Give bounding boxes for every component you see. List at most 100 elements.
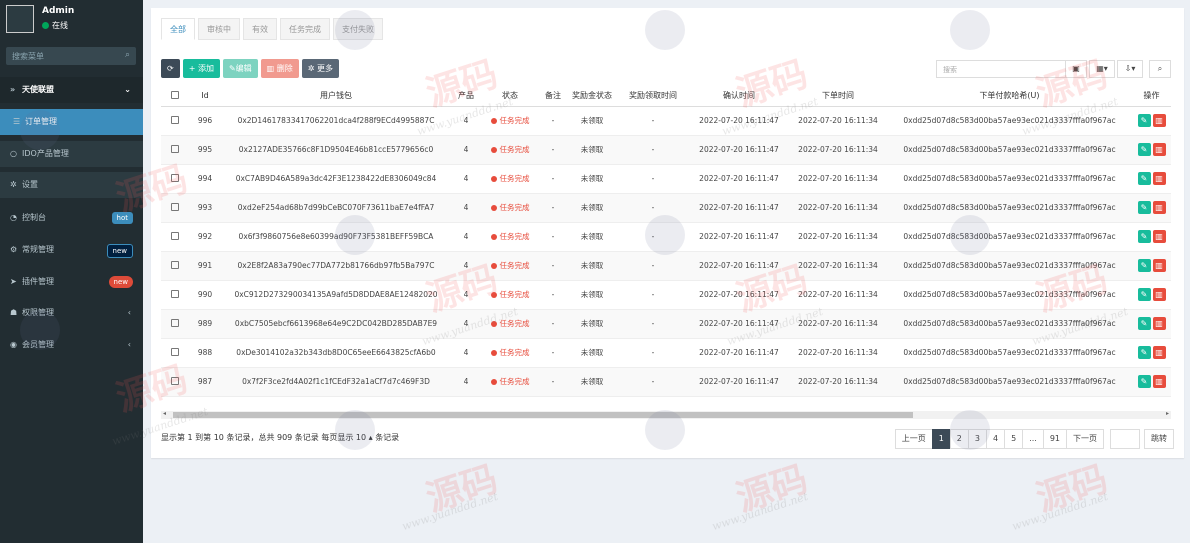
delete-row-button[interactable]: ▥ bbox=[1152, 259, 1166, 272]
row-select-cell[interactable] bbox=[161, 222, 189, 252]
sidebar-item-settings[interactable]: ✲ 设置 bbox=[0, 172, 143, 198]
delete-row-button[interactable]: ▥ bbox=[1152, 346, 1166, 359]
page-button[interactable]: 1 bbox=[931, 429, 951, 449]
search-icon[interactable]: ⌕ bbox=[125, 50, 130, 60]
edit-row-button[interactable]: ✎ bbox=[1137, 230, 1151, 243]
page-size-select[interactable]: 10 ▴ bbox=[356, 433, 373, 442]
sidebar-item-angel-alliance[interactable]: » 天使联盟 ⌄ bbox=[0, 77, 143, 103]
column-header[interactable]: 奖励领取时间 bbox=[617, 86, 689, 107]
delete-row-button[interactable]: ▥ bbox=[1152, 317, 1166, 330]
scrollbar-thumb[interactable] bbox=[173, 412, 913, 418]
edit-row-button[interactable]: ✎ bbox=[1137, 346, 1151, 359]
column-header[interactable]: 下单付款哈希(U) bbox=[887, 86, 1132, 107]
row-checkbox[interactable] bbox=[171, 144, 179, 153]
edit-row-button[interactable]: ✎ bbox=[1137, 143, 1151, 156]
row-checkbox[interactable] bbox=[171, 347, 179, 356]
tab-reviewing[interactable]: 审核中 bbox=[198, 18, 240, 40]
page-button[interactable]: 2 bbox=[949, 429, 969, 449]
select-all-header[interactable] bbox=[161, 86, 189, 107]
delete-row-button[interactable]: ▥ bbox=[1152, 172, 1166, 185]
page-button[interactable]: 5 bbox=[1004, 429, 1024, 449]
add-button[interactable]: + 添加 bbox=[182, 59, 220, 78]
edit-row-button[interactable]: ✎ bbox=[1137, 259, 1151, 272]
scroll-right-icon[interactable]: ▸ bbox=[1166, 410, 1169, 417]
toggle-view-icon[interactable]: ▣ bbox=[1065, 60, 1087, 78]
table-row[interactable]: 987 0x7f2F3ce2fd4A02f1c1fCEdF32a1aCf7d7c4… bbox=[161, 367, 1171, 397]
row-select-cell[interactable] bbox=[161, 280, 189, 310]
sidebar-item-permissions[interactable]: ☗ 权限管理 ‹ bbox=[0, 300, 143, 326]
edit-row-button[interactable]: ✎ bbox=[1137, 375, 1151, 388]
tab-task-complete[interactable]: 任务完成 bbox=[280, 18, 330, 40]
row-select-cell[interactable] bbox=[161, 251, 189, 281]
column-header[interactable]: Id bbox=[189, 86, 221, 107]
column-header[interactable]: 下单时间 bbox=[789, 86, 887, 107]
sidebar-item-members[interactable]: ◉ 会员管理 ‹ bbox=[0, 332, 143, 358]
column-header[interactable]: 状态 bbox=[481, 86, 539, 107]
tab-payment-failed[interactable]: 支付失败 bbox=[333, 18, 383, 40]
row-select-cell[interactable] bbox=[161, 309, 189, 339]
row-checkbox[interactable] bbox=[171, 376, 179, 385]
delete-row-button[interactable]: ▥ bbox=[1152, 143, 1166, 156]
delete-row-button[interactable]: ▥ bbox=[1152, 114, 1166, 127]
jump-button[interactable]: 跳转 bbox=[1144, 429, 1174, 449]
prev-page-button[interactable]: 上一页 bbox=[894, 429, 933, 449]
row-select-cell[interactable] bbox=[161, 338, 189, 368]
next-page-button[interactable]: 下一页 bbox=[1066, 429, 1104, 449]
column-header[interactable]: 确认时间 bbox=[689, 86, 789, 107]
table-row[interactable]: 991 0x2E8f2A83a790ec77DA772b81766db97fb5B… bbox=[161, 251, 1171, 281]
row-checkbox[interactable] bbox=[171, 289, 179, 298]
sidebar-item-orders[interactable]: ☰ 订单管理 bbox=[0, 109, 143, 135]
edit-button[interactable]: ✎编辑 bbox=[222, 59, 258, 78]
row-checkbox[interactable] bbox=[171, 115, 179, 124]
table-row[interactable]: 993 0xd2eF254ad68b7d99bCeBC070F73611baE7e… bbox=[161, 193, 1171, 223]
sidebar-item-dashboard[interactable]: ◔ 控制台 hot bbox=[0, 205, 143, 231]
row-checkbox[interactable] bbox=[171, 318, 179, 327]
row-select-cell[interactable] bbox=[161, 164, 189, 194]
table-row[interactable]: 990 0xC912D273290034135A9afd5D8DDAE8AE124… bbox=[161, 280, 1171, 310]
edit-row-button[interactable]: ✎ bbox=[1137, 172, 1151, 185]
edit-row-button[interactable]: ✎ bbox=[1137, 288, 1151, 301]
table-row[interactable]: 992 0x6f3f9860756e8e60399ad90F73F5381BEFF… bbox=[161, 222, 1171, 252]
column-header[interactable]: 奖励金状态 bbox=[567, 86, 617, 107]
row-select-cell[interactable] bbox=[161, 193, 189, 223]
delete-row-button[interactable]: ▥ bbox=[1152, 230, 1166, 243]
export-icon[interactable]: ⇩▾ bbox=[1117, 60, 1143, 78]
table-row[interactable]: 988 0xDe3014102a32b343db8D0C65eeE6643825c… bbox=[161, 338, 1171, 368]
page-button[interactable]: 3 bbox=[967, 429, 987, 449]
row-select-cell[interactable] bbox=[161, 106, 189, 136]
sidebar-search-input[interactable]: 搜索菜单 ⌕ bbox=[6, 47, 136, 65]
table-row[interactable]: 996 0x2D14617833417062201dca4f288f9ECd499… bbox=[161, 106, 1171, 136]
more-button[interactable]: ✲ 更多 bbox=[301, 59, 340, 78]
delete-button[interactable]: ▥ 删除 bbox=[260, 59, 299, 78]
table-row[interactable]: 995 0x2127ADE35766c8F1D9504E46b81ccE57796… bbox=[161, 135, 1171, 165]
edit-row-button[interactable]: ✎ bbox=[1137, 317, 1151, 330]
table-row[interactable]: 989 0xbC7505ebcf6613968e64e9C2DC042BD285D… bbox=[161, 309, 1171, 339]
edit-row-button[interactable]: ✎ bbox=[1137, 114, 1151, 127]
table-search-input[interactable]: 搜索 bbox=[936, 60, 1066, 78]
avatar[interactable] bbox=[6, 5, 34, 33]
sidebar-item-general[interactable]: ⚙ 常规管理 new bbox=[0, 237, 143, 263]
advanced-search-icon[interactable]: ⌕ bbox=[1149, 60, 1171, 78]
page-button[interactable]: 91 bbox=[1042, 429, 1067, 449]
page-button[interactable]: 4 bbox=[985, 429, 1006, 449]
column-header[interactable]: 产品 bbox=[451, 86, 481, 107]
sidebar-item-plugins[interactable]: ➤ 插件管理 new bbox=[0, 269, 143, 295]
refresh-button[interactable]: ⟳ bbox=[161, 59, 180, 78]
tab-valid[interactable]: 有效 bbox=[243, 18, 277, 40]
jump-page-input[interactable] bbox=[1110, 429, 1140, 449]
scroll-left-icon[interactable]: ◂ bbox=[163, 410, 166, 417]
column-header[interactable]: 备注 bbox=[539, 86, 567, 107]
select-all-checkbox[interactable] bbox=[171, 90, 179, 99]
columns-icon[interactable]: ▦▾ bbox=[1089, 60, 1115, 78]
delete-row-button[interactable]: ▥ bbox=[1152, 288, 1166, 301]
sidebar-item-ido-products[interactable]: ○ IDO产品管理 bbox=[0, 141, 143, 167]
column-header[interactable]: 用户钱包 bbox=[221, 86, 451, 107]
row-checkbox[interactable] bbox=[171, 173, 179, 182]
row-select-cell[interactable] bbox=[161, 367, 189, 397]
row-select-cell[interactable] bbox=[161, 135, 189, 165]
tab-all[interactable]: 全部 bbox=[161, 18, 195, 40]
delete-row-button[interactable]: ▥ bbox=[1152, 201, 1166, 214]
horizontal-scrollbar[interactable]: ◂ ▸ bbox=[161, 410, 1171, 419]
table-row[interactable]: 994 0xC7AB9D46A589a3dc42F3E1238422dE83060… bbox=[161, 164, 1171, 194]
row-checkbox[interactable] bbox=[171, 260, 179, 269]
